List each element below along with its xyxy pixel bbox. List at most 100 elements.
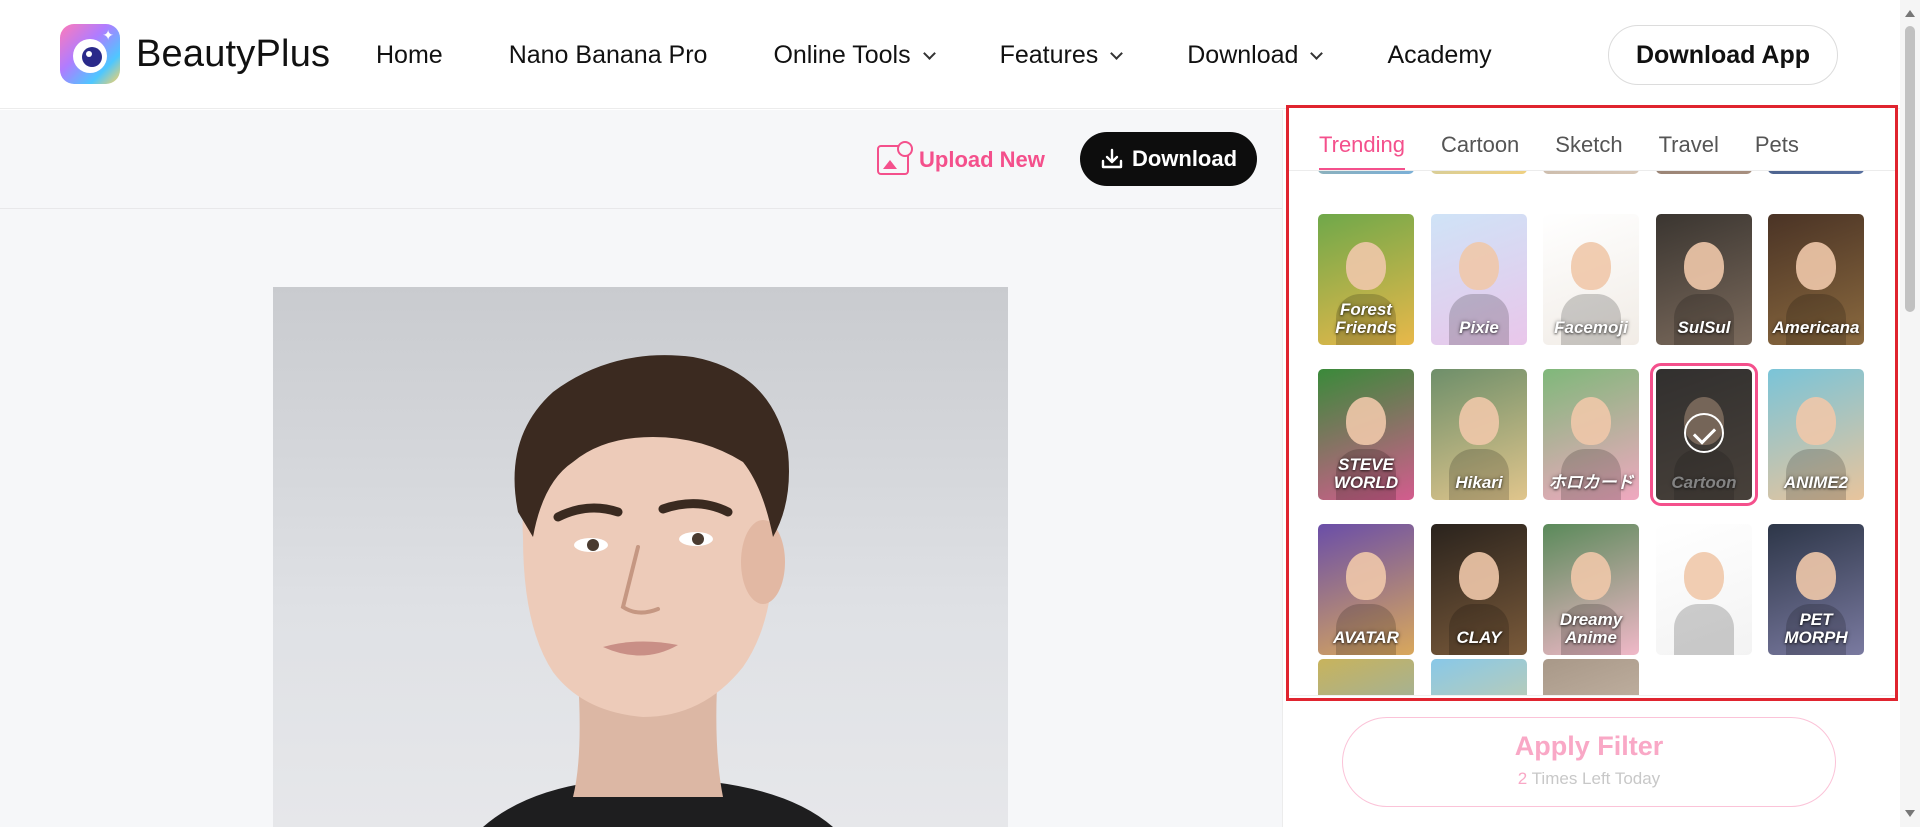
logo-sparkle-icon: ✦ <box>102 27 114 43</box>
filter-label: Forest Friends <box>1335 300 1397 337</box>
filter-label: CLAY <box>1456 628 1502 647</box>
filter-preview-figure <box>1796 242 1836 290</box>
filter-grid: Forest Friends Pixie Facemoji SulSul America… <box>1289 171 1895 695</box>
chevron-down-icon <box>922 46 936 60</box>
filter-label: STEVE WORLD <box>1333 455 1399 492</box>
filter-thumbnail-forest-friends[interactable]: Forest Friends <box>1318 214 1414 345</box>
filter-label: Dreamy Anime <box>1559 610 1623 647</box>
filter-label: AVATAR <box>1333 628 1399 647</box>
times-left-text: 2 Times Left Today <box>1343 768 1835 790</box>
filter-thumbnail-partial[interactable] <box>1656 171 1752 174</box>
filter-thumbnail-partial[interactable] <box>1768 171 1864 174</box>
beautyplus-logo-icon[interactable]: ✦ <box>60 24 120 84</box>
main-menu: Home Nano Banana Pro Online Tools Featur… <box>376 38 1558 72</box>
filter-thumbnail-partial[interactable] <box>1431 659 1527 695</box>
tab-trending[interactable]: Trending <box>1319 130 1406 171</box>
filter-thumbnail-sketch[interactable] <box>1656 524 1752 655</box>
preview-photo <box>273 287 1008 827</box>
nav-nano-banana-pro-label: Nano Banana Pro <box>508 41 708 69</box>
filter-label: ホロカード <box>1548 473 1634 492</box>
nav-online-tools-label: Online Tools <box>773 41 911 69</box>
tab-travel[interactable]: Travel <box>1659 130 1719 170</box>
filter-preview-figure <box>1796 397 1836 445</box>
nav-home-label: Home <box>376 41 443 69</box>
filter-label: PET MORPH <box>1784 610 1848 647</box>
filter-preview-figure <box>1571 242 1611 290</box>
filter-label: Pixie <box>1459 318 1499 337</box>
checkmark-icon <box>1684 413 1724 453</box>
filter-thumbnail-hikari[interactable]: Hikari <box>1431 369 1527 500</box>
chevron-down-icon <box>1310 46 1324 60</box>
filter-preview-figure <box>1684 552 1724 600</box>
filter-preview-figure <box>1346 397 1386 445</box>
filter-thumbnail-dreamy-anime[interactable]: Dreamy Anime <box>1543 524 1639 655</box>
filter-label: Americana <box>1772 318 1860 337</box>
filter-label: Hikari <box>1455 473 1503 492</box>
filter-preview-figure <box>1571 397 1611 445</box>
filter-preview-figure <box>1346 242 1386 290</box>
scroll-down-arrow-icon[interactable] <box>1905 810 1915 817</box>
filter-thumbnail-pet-morph[interactable]: PET MORPH <box>1768 524 1864 655</box>
filter-thumbnail-partial[interactable] <box>1318 659 1414 695</box>
filter-preview-figure <box>1571 552 1611 600</box>
top-navigation: ✦ BeautyPlus Home Nano Banana Pro Online… <box>0 0 1920 109</box>
times-left-suffix: Times Left Today <box>1527 769 1661 788</box>
nav-academy-label: Academy <box>1387 41 1492 69</box>
brand-name[interactable]: BeautyPlus <box>136 32 330 76</box>
download-button[interactable]: Download <box>1080 132 1257 186</box>
download-app-button[interactable]: Download App <box>1608 25 1838 85</box>
tab-cartoon[interactable]: Cartoon <box>1441 130 1519 170</box>
upload-new-button[interactable]: Upload New <box>877 141 1045 176</box>
filter-thumbnail-3d-avatar[interactable]: AVATAR <box>1318 524 1414 655</box>
filter-thumbnail-facemoji[interactable]: Facemoji <box>1543 214 1639 345</box>
download-icon <box>1101 148 1123 169</box>
filter-selection-box: Trending Cartoon Sketch Travel Pets Fore… <box>1286 105 1898 701</box>
tab-pets[interactable]: Pets <box>1755 130 1799 170</box>
filter-preview-figure <box>1684 242 1724 290</box>
nav-download-label: Download <box>1187 41 1299 69</box>
filter-tabs: Trending Cartoon Sketch Travel Pets <box>1319 130 1835 171</box>
apply-filter-button[interactable]: Apply Filter 2 Times Left Today <box>1342 717 1836 807</box>
filter-label: SulSul <box>1677 318 1731 337</box>
filter-thumbnail-partial[interactable] <box>1543 171 1639 174</box>
filter-thumbnail-clay[interactable]: CLAY <box>1431 524 1527 655</box>
filter-thumbnail-anime2[interactable]: ANIME2 <box>1768 369 1864 500</box>
filter-thumbnail-partial[interactable] <box>1318 171 1414 174</box>
page-scrollbar[interactable] <box>1900 0 1920 827</box>
nav-online-tools[interactable]: Online Tools <box>773 38 936 72</box>
editor-area: Upload New Download <box>0 110 1282 827</box>
grid-bottom-divider <box>1289 695 1895 696</box>
nav-nano-banana-pro[interactable]: Nano Banana Pro <box>509 38 708 72</box>
filter-thumbnail-partial[interactable] <box>1543 659 1639 695</box>
nav-download[interactable]: Download <box>1187 38 1324 72</box>
nav-home[interactable]: Home <box>376 38 443 72</box>
chevron-down-icon <box>1110 46 1124 60</box>
filter-thumbnail-pixie[interactable]: Pixie <box>1431 214 1527 345</box>
filter-thumbnail-sulsul[interactable]: SulSul <box>1656 214 1752 345</box>
nav-features[interactable]: Features <box>999 38 1124 72</box>
scroll-up-arrow-icon[interactable] <box>1905 10 1915 17</box>
download-label: Download <box>1131 146 1238 171</box>
apply-filter-label: Apply Filter <box>1514 731 1664 761</box>
nav-features-label: Features <box>999 41 1099 69</box>
times-left-count: 2 <box>1517 769 1528 788</box>
filter-preview-body <box>1674 604 1734 655</box>
filter-preview-figure <box>1459 242 1499 290</box>
filter-thumbnail-partial[interactable] <box>1431 171 1527 174</box>
filter-preview-figure <box>1346 552 1386 600</box>
filter-thumbnail-horo-card[interactable]: ホロカード <box>1543 369 1639 500</box>
logo-pupil-icon <box>82 47 102 67</box>
filter-thumbnail-steve-world[interactable]: STEVE WORLD <box>1318 369 1414 500</box>
portrait-image <box>483 355 833 827</box>
editor-toolbar: Upload New Download <box>0 110 1282 209</box>
filter-preview-figure <box>1459 552 1499 600</box>
nav-academy[interactable]: Academy <box>1387 38 1491 72</box>
tab-sketch[interactable]: Sketch <box>1555 130 1622 170</box>
filter-thumbnail-cartoon[interactable]: Cartoon <box>1650 363 1758 506</box>
filter-preview-figure <box>1459 397 1499 445</box>
filter-thumbnail-americana[interactable]: Americana <box>1768 214 1864 345</box>
upload-new-label: Upload New <box>919 147 1045 172</box>
filter-label: Facemoji <box>1554 318 1628 337</box>
filter-label: ANIME2 <box>1783 473 1849 492</box>
scrollbar-thumb[interactable] <box>1905 26 1915 312</box>
